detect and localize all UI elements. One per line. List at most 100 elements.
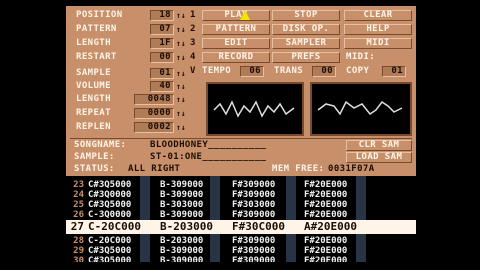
channel-3-note[interactable]: F#309000 bbox=[232, 190, 275, 200]
help-button[interactable]: HELP bbox=[344, 24, 412, 35]
channel-3-number[interactable]: 3 bbox=[190, 38, 196, 49]
songname-value[interactable]: BLOODHONEY__________ bbox=[150, 140, 266, 151]
tempo-value[interactable]: 06 bbox=[240, 66, 264, 77]
position-value[interactable]: 18 bbox=[150, 10, 174, 21]
sampler-button[interactable]: SAMPLER bbox=[272, 38, 340, 49]
sample-value[interactable]: 01 bbox=[150, 68, 174, 79]
channel-4-note[interactable]: F#20E000 bbox=[304, 256, 347, 262]
record-button[interactable]: RECORD bbox=[202, 52, 270, 63]
midi-button[interactable]: MIDI bbox=[344, 38, 412, 49]
pattern-label: PATTERN bbox=[76, 24, 117, 34]
mem-free-label: MEM FREE: bbox=[272, 164, 325, 174]
replen-value[interactable]: 0002 bbox=[134, 122, 174, 133]
clear-button[interactable]: CLEAR bbox=[344, 10, 412, 21]
pattern-row[interactable]: 23 C#3Q5000 B-309000 F#309000 F#20E000 bbox=[66, 180, 416, 190]
volume-arrows[interactable]: ↑↓ bbox=[176, 81, 186, 92]
edit-button[interactable]: EDIT bbox=[202, 38, 270, 49]
position-arrows[interactable]: ↑↓ bbox=[176, 10, 186, 21]
pattern-row[interactable]: 28 C-20C000 B-203000 F#309000 F#20E000 bbox=[66, 236, 416, 246]
row-number: 25 bbox=[73, 200, 84, 210]
channel-4-note[interactable]: A#20E000 bbox=[304, 220, 357, 234]
restart-value[interactable]: 00 bbox=[150, 52, 174, 63]
volume-value[interactable]: 40 bbox=[150, 81, 174, 92]
tempo-label: TEMPO bbox=[202, 66, 232, 76]
channel-3-note[interactable]: F#303000 bbox=[232, 200, 275, 210]
copy-value[interactable]: 01 bbox=[382, 66, 406, 77]
load-sam-button[interactable]: LOAD SAM bbox=[346, 152, 412, 163]
channel-2-note[interactable]: B-309000 bbox=[160, 246, 203, 256]
sample-length-arrows[interactable]: ↑↓ bbox=[176, 94, 186, 105]
channel-2-note[interactable]: B-309000 bbox=[160, 210, 203, 220]
waveform-right bbox=[317, 100, 403, 116]
mouse-pointer-icon bbox=[240, 10, 250, 20]
pattern-arrows[interactable]: ↑↓ bbox=[176, 24, 186, 35]
pattern-row[interactable]: 24 C#3Q0000 B-309000 F#309000 F#20E000 bbox=[66, 190, 416, 200]
pattern-value[interactable]: 07 bbox=[150, 24, 174, 35]
replen-arrows[interactable]: ↑↓ bbox=[176, 122, 186, 133]
channel-3-note[interactable]: F#309000 bbox=[232, 246, 275, 256]
restart-arrows[interactable]: ↑↓ bbox=[176, 52, 186, 63]
channel-1-note[interactable]: C#3Q5000 bbox=[88, 256, 131, 262]
channel-2-note[interactable]: B-303000 bbox=[160, 200, 203, 210]
repeat-arrows[interactable]: ↑↓ bbox=[176, 108, 186, 119]
channel-1-note[interactable]: C-20C000 bbox=[88, 220, 141, 234]
repeat-value[interactable]: 0000 bbox=[134, 108, 174, 119]
channel-4-note[interactable]: F#20E000 bbox=[304, 210, 347, 220]
channel-3-note[interactable]: F#309000 bbox=[232, 210, 275, 220]
trans-value[interactable]: 00 bbox=[312, 66, 336, 77]
channel-4-note[interactable]: F#20E000 bbox=[304, 180, 347, 190]
restart-label: RESTART bbox=[76, 52, 117, 62]
row-number: 29 bbox=[73, 246, 84, 256]
prefs-button[interactable]: PREFS bbox=[272, 52, 340, 63]
songname-label: SONGNAME: bbox=[74, 140, 127, 150]
sample-waveform-scope-right bbox=[310, 82, 412, 136]
row-number: 27 bbox=[70, 220, 84, 233]
channel-1-note[interactable]: C-3Q0000 bbox=[88, 210, 131, 220]
channel-2-note[interactable]: B-203000 bbox=[160, 236, 203, 246]
channel-2-note[interactable]: B-203000 bbox=[160, 220, 213, 234]
channel-1-note[interactable]: C#3Q5000 bbox=[88, 180, 131, 190]
channel-1-note[interactable]: C#3Q5000 bbox=[88, 200, 131, 210]
clr-sam-button[interactable]: CLR SAM bbox=[346, 140, 412, 151]
channel-4-note[interactable]: F#20E000 bbox=[304, 190, 347, 200]
channel-2-note[interactable]: B-309000 bbox=[160, 256, 203, 262]
pattern-row[interactable]: 29 C#3Q5000 B-309000 F#309000 F#20E000 bbox=[66, 246, 416, 256]
channel-3-note[interactable]: F#309000 bbox=[232, 256, 275, 262]
copy-label: COPY bbox=[346, 66, 370, 76]
channel-4-note[interactable]: F#20E000 bbox=[304, 236, 347, 246]
channel-1-note[interactable]: C#3Q5000 bbox=[88, 246, 131, 256]
channel-1-note[interactable]: C#3Q0000 bbox=[88, 190, 131, 200]
channel-2-note[interactable]: B-309000 bbox=[160, 180, 203, 190]
length-arrows[interactable]: ↑↓ bbox=[176, 38, 186, 49]
mem-free-value: 0031F07A bbox=[328, 164, 375, 174]
channel-4-note[interactable]: F#20E000 bbox=[304, 246, 347, 256]
channel-1-note[interactable]: C-20C000 bbox=[88, 236, 131, 246]
row-number: 30 bbox=[73, 256, 84, 262]
channel-3-note[interactable]: F#309000 bbox=[232, 236, 275, 246]
sample-name-value[interactable]: ST-01:ONE___________ bbox=[150, 152, 266, 163]
disk-op-button[interactable]: DISK OP. bbox=[272, 24, 340, 35]
pattern-button[interactable]: PATTERN bbox=[202, 24, 270, 35]
length-value[interactable]: 1F bbox=[150, 38, 174, 49]
row-number: 26 bbox=[73, 210, 84, 220]
channel-4-number[interactable]: 4 bbox=[190, 52, 196, 63]
channel-2-number[interactable]: 2 bbox=[190, 24, 196, 35]
channel-3-note[interactable]: F#30C000 bbox=[232, 220, 285, 234]
status-value: ALL RIGHT bbox=[128, 164, 181, 174]
channel-3-note[interactable]: F#309000 bbox=[232, 180, 275, 190]
sample-arrows[interactable]: ↑↓ bbox=[176, 68, 186, 79]
pattern-editor[interactable]: 23 C#3Q5000 B-309000 F#309000 F#20E000 24 C#3Q… bbox=[66, 176, 416, 262]
repeat-label: REPEAT bbox=[76, 108, 111, 118]
sample-waveform-scope bbox=[206, 82, 304, 136]
pattern-row-current[interactable]: 27 C-20C000 B-203000 F#30C000 A#20E000 bbox=[66, 220, 416, 234]
pattern-row[interactable]: 25 C#3Q5000 B-303000 F#303000 F#20E000 bbox=[66, 200, 416, 210]
channel-2-note[interactable]: B-309000 bbox=[160, 190, 203, 200]
pattern-row[interactable]: 26 C-3Q0000 B-309000 F#309000 F#20E000 bbox=[66, 210, 416, 220]
channel-1-number[interactable]: 1 bbox=[190, 10, 196, 21]
pattern-row[interactable]: 30 C#3Q5000 B-309000 F#309000 F#20E000 bbox=[66, 256, 416, 262]
play-button[interactable]: PLAY bbox=[202, 10, 270, 21]
sample-length-value[interactable]: 0048 bbox=[134, 94, 174, 105]
channel-4-note[interactable]: F#20E000 bbox=[304, 200, 347, 210]
stop-button[interactable]: STOP bbox=[272, 10, 340, 21]
status-label: STATUS: bbox=[74, 164, 115, 174]
